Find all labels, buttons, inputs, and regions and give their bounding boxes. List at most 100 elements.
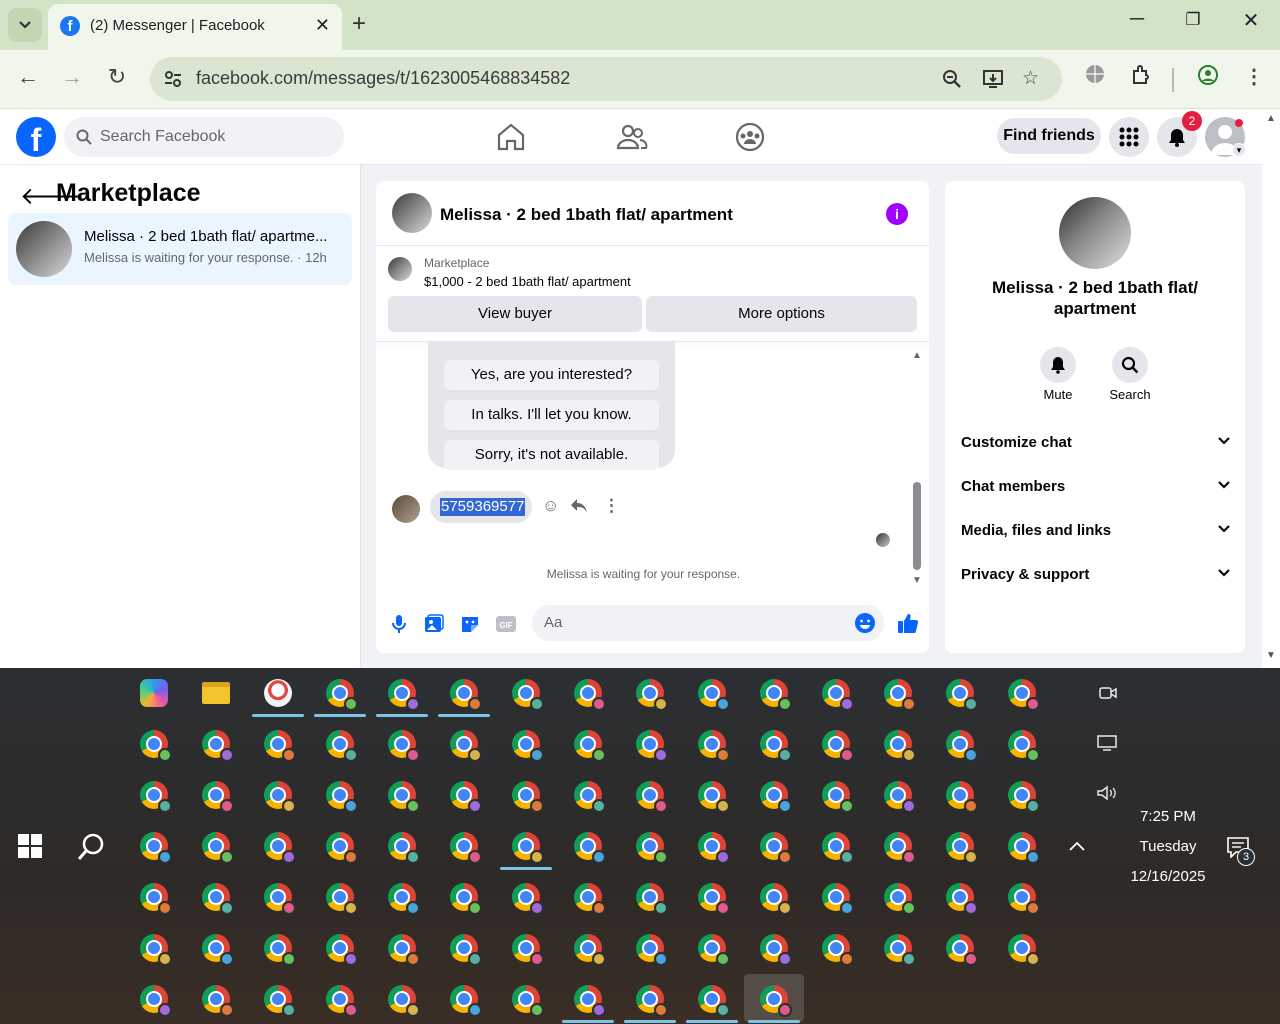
chrome-profile-icon[interactable] [512,883,544,915]
chrome-profile-icon[interactable] [636,832,668,864]
chrome-profile-icon[interactable] [202,781,234,813]
chrome-profile-icon[interactable] [450,781,482,813]
search-icon[interactable] [76,832,106,862]
chrome-profile-icon[interactable] [822,934,854,966]
chrome-profile-icon[interactable] [574,985,606,1017]
back-arrow-icon[interactable]: ← [13,64,43,90]
chrome-profile-icon[interactable] [760,934,792,966]
view-buyer-button[interactable]: View buyer [388,296,642,332]
chrome-profile-icon[interactable] [1008,832,1040,864]
quick-reply-button[interactable]: In talks. I'll let you know. [444,400,659,430]
zoom-icon[interactable] [942,69,962,89]
bookmark-star-icon[interactable]: ☆ [1022,67,1039,90]
chrome-profile-icon[interactable] [450,985,482,1017]
chrome-profile-icon[interactable] [574,883,606,915]
chrome-profile-icon[interactable] [326,832,358,864]
clock-date[interactable]: 12/16/2025 [1118,868,1218,885]
chrome-profile-icon[interactable] [946,781,978,813]
profile-icon[interactable] [1197,64,1219,86]
chrome-profile-icon[interactable] [202,985,234,1017]
microphone-icon[interactable] [388,613,410,635]
chrome-profile-icon[interactable] [636,934,668,966]
chrome-profile-icon[interactable] [326,883,358,915]
chrome-profile-icon[interactable] [884,883,916,915]
chrome-profile-icon[interactable] [264,934,296,966]
chrome-profile-icon[interactable] [450,832,482,864]
chrome-profile-icon[interactable] [140,781,172,813]
friends-icon[interactable] [611,121,651,153]
chat-header-name[interactable]: Melissa · 2 bed 1bath flat/ apartment [440,205,733,225]
conversation-item[interactable]: Melissa · 2 bed 1bath flat/ apartme... M… [8,213,352,285]
extensions-puzzle-icon[interactable] [1130,64,1152,86]
scroll-up-arrow-icon[interactable]: ▲ [1266,113,1276,124]
chrome-profile-icon[interactable] [698,985,730,1017]
window-maximize-button[interactable]: ❐ [1173,10,1213,30]
chrome-profile-icon[interactable] [388,781,420,813]
browser-menu-icon[interactable]: ⋮ [1244,64,1264,89]
chrome-profile-icon[interactable] [760,781,792,813]
chrome-profile-icon[interactable] [388,679,420,711]
info-icon[interactable]: i [886,203,908,225]
windows-start-icon[interactable] [18,834,42,858]
clock-time[interactable]: 7:25 PM [1118,808,1218,825]
chrome-profile-icon[interactable] [946,883,978,915]
copilot-icon[interactable] [140,679,168,707]
chrome-profile-icon[interactable] [326,679,358,711]
meet-now-icon[interactable] [1098,684,1118,702]
chrome-profile-icon[interactable] [760,883,792,915]
chrome-profile-icon[interactable] [822,883,854,915]
chrome-profile-icon[interactable] [884,832,916,864]
tab-search-button[interactable] [8,8,42,42]
chrome-profile-icon[interactable] [946,679,978,711]
chrome-profile-icon[interactable] [884,781,916,813]
chrome-profile-icon[interactable] [1008,679,1040,711]
chrome-profile-icon[interactable] [326,730,358,762]
chrome-profile-icon[interactable] [450,934,482,966]
facebook-search-input[interactable]: Search Facebook [64,117,344,157]
chrome-profile-icon[interactable] [450,883,482,915]
chrome-profile-icon[interactable] [1008,730,1040,762]
chrome-profile-icon[interactable] [264,781,296,813]
chrome-profile-icon[interactable] [512,985,544,1017]
chrome-profile-icon[interactable] [822,730,854,762]
photo-attach-icon[interactable] [423,613,445,635]
message-thread[interactable]: Yes, are you interested? In talks. I'll … [376,342,929,592]
chrome-profile-icon[interactable] [760,679,792,711]
chrome-profile-icon[interactable] [140,985,172,1017]
gif-icon[interactable]: GIF [495,613,517,635]
chat-avatar[interactable] [392,193,432,233]
page-scrollbar[interactable]: ▲ ▼ [1262,109,1280,668]
chrome-profile-icon[interactable] [264,985,296,1017]
chrome-profile-icon[interactable] [760,832,792,864]
volume-icon[interactable] [1096,784,1118,802]
chrome-profile-icon[interactable] [202,934,234,966]
chrome-profile-icon[interactable] [574,679,606,711]
snipping-tool-icon[interactable] [264,679,292,707]
customize-chat-row[interactable]: Customize chat [961,434,1231,454]
chrome-profile-icon[interactable] [822,679,854,711]
chrome-profile-icon[interactable] [140,934,172,966]
chrome-profile-icon[interactable] [698,781,730,813]
clock-day[interactable]: Tuesday [1118,838,1218,855]
message-input[interactable]: Aa [532,605,884,641]
emoji-icon[interactable] [854,612,876,634]
chrome-profile-icon[interactable] [202,832,234,864]
file-explorer-icon[interactable] [202,682,230,704]
chrome-profile-icon[interactable] [264,730,296,762]
chrome-profile-icon[interactable] [636,883,668,915]
chrome-profile-icon[interactable] [574,730,606,762]
chrome-profile-icon[interactable] [574,781,606,813]
url-text[interactable]: facebook.com/messages/t/1623005468834582 [196,68,570,89]
sender-avatar[interactable] [392,495,420,523]
mute-button[interactable] [1040,347,1076,383]
more-actions-icon[interactable]: ⋮ [603,496,620,516]
react-emoji-icon[interactable]: ☺ [542,496,559,516]
new-tab-button[interactable]: + [352,10,366,38]
scroll-down-arrow-icon[interactable]: ▼ [1266,650,1276,661]
site-settings-icon[interactable] [162,68,184,90]
reload-icon[interactable]: ↻ [102,64,132,90]
chrome-profile-icon[interactable] [326,934,358,966]
chrome-profile-icon[interactable] [636,730,668,762]
chrome-profile-icon[interactable] [140,883,172,915]
chrome-profile-icon[interactable] [326,985,358,1017]
